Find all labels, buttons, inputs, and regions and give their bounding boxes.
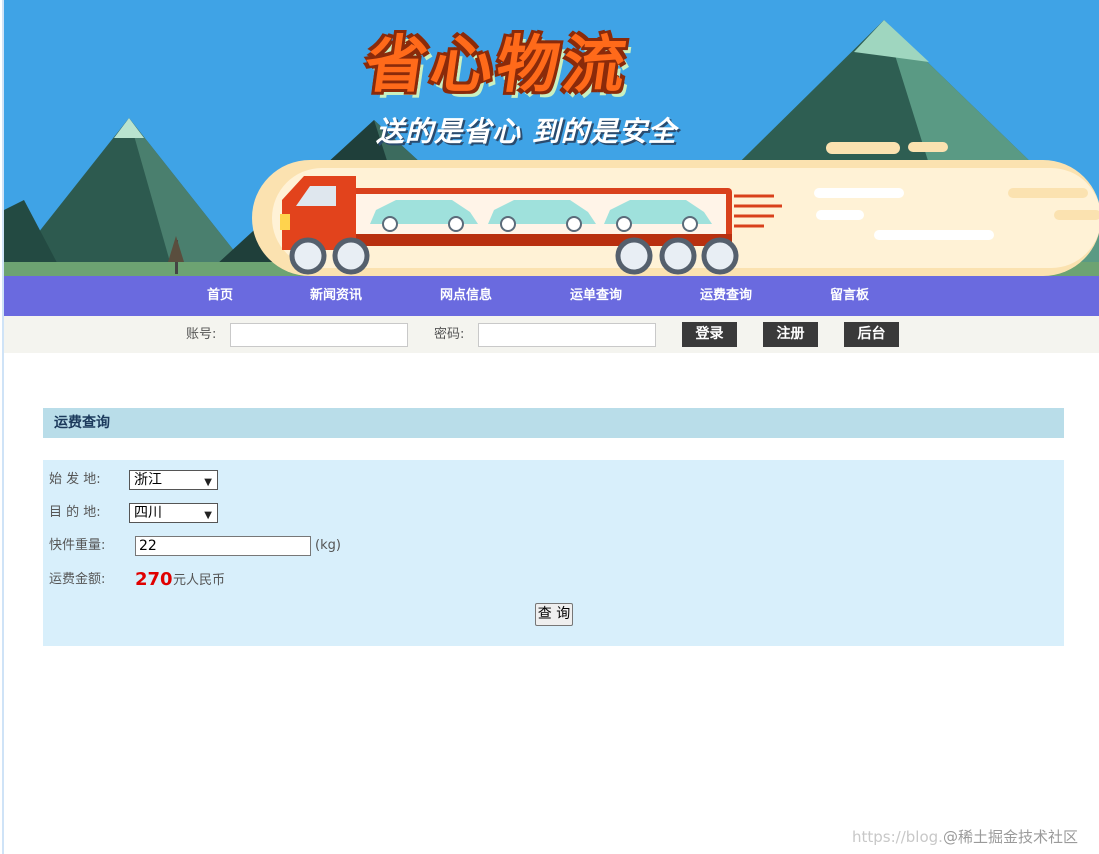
brand-logo-title: 省心物流	[360, 28, 635, 101]
fee-amount: 270	[135, 569, 173, 590]
login-button[interactable]: 登录	[682, 322, 737, 347]
nav-item-freight-query[interactable]: 运费查询	[700, 276, 752, 316]
admin-button[interactable]: 后台	[844, 322, 899, 347]
destination-label: 目 的 地:	[49, 505, 101, 520]
watermark: https://blog.@稀土掘金技术社区	[852, 826, 1078, 847]
nav-item-home[interactable]: 首页	[207, 276, 233, 316]
chevron-down-icon: ▼	[204, 510, 212, 521]
origin-label: 始 发 地:	[49, 472, 101, 487]
fee-label: 运费金额:	[49, 572, 106, 587]
fee-currency: 元人民币	[173, 573, 226, 588]
nav-item-outlets[interactable]: 网点信息	[440, 276, 492, 316]
password-label: 密码:	[434, 327, 465, 342]
watermark-url: https://blog.	[852, 828, 943, 846]
freight-query-form: 始 发 地: 浙江 ▼ 目 的 地: 四川 ▼ 快件重量: 22 (kg) 运费…	[43, 460, 1064, 646]
page: 省心物流 送的是省心 到的是安全 首页 新闻资讯 网点信息 运单查询 运费查询 …	[2, 0, 1099, 854]
origin-select[interactable]: 浙江 ▼	[129, 470, 218, 490]
nav-item-waybill-query[interactable]: 运单查询	[570, 276, 622, 316]
login-bar: 账号: 密码: 登录 注册 后台	[4, 316, 1099, 353]
weight-label: 快件重量:	[49, 538, 106, 553]
section-title: 运费查询	[54, 415, 110, 431]
header-banner: 省心物流 送的是省心 到的是安全	[4, 0, 1099, 276]
password-input[interactable]	[478, 323, 656, 347]
register-button[interactable]: 注册	[763, 322, 818, 347]
chevron-down-icon: ▼	[204, 477, 212, 488]
nav-item-guestbook[interactable]: 留言板	[830, 276, 869, 316]
watermark-site: @稀土掘金技术社区	[942, 828, 1078, 846]
destination-select-value: 四川	[134, 505, 162, 521]
section-header: 运费查询	[43, 408, 1064, 438]
weight-input[interactable]: 22	[135, 536, 311, 556]
origin-select-value: 浙江	[134, 472, 162, 488]
brand-slogan: 送的是省心 到的是安全	[376, 115, 677, 148]
main-nav: 首页 新闻资讯 网点信息 运单查询 运费查询 留言板	[4, 276, 1099, 316]
destination-select[interactable]: 四川 ▼	[129, 503, 218, 523]
account-input[interactable]	[230, 323, 408, 347]
weight-unit: (kg)	[315, 538, 341, 553]
query-button[interactable]: 查 询	[535, 603, 573, 626]
account-label: 账号:	[186, 327, 217, 342]
nav-item-news[interactable]: 新闻资讯	[310, 276, 362, 316]
